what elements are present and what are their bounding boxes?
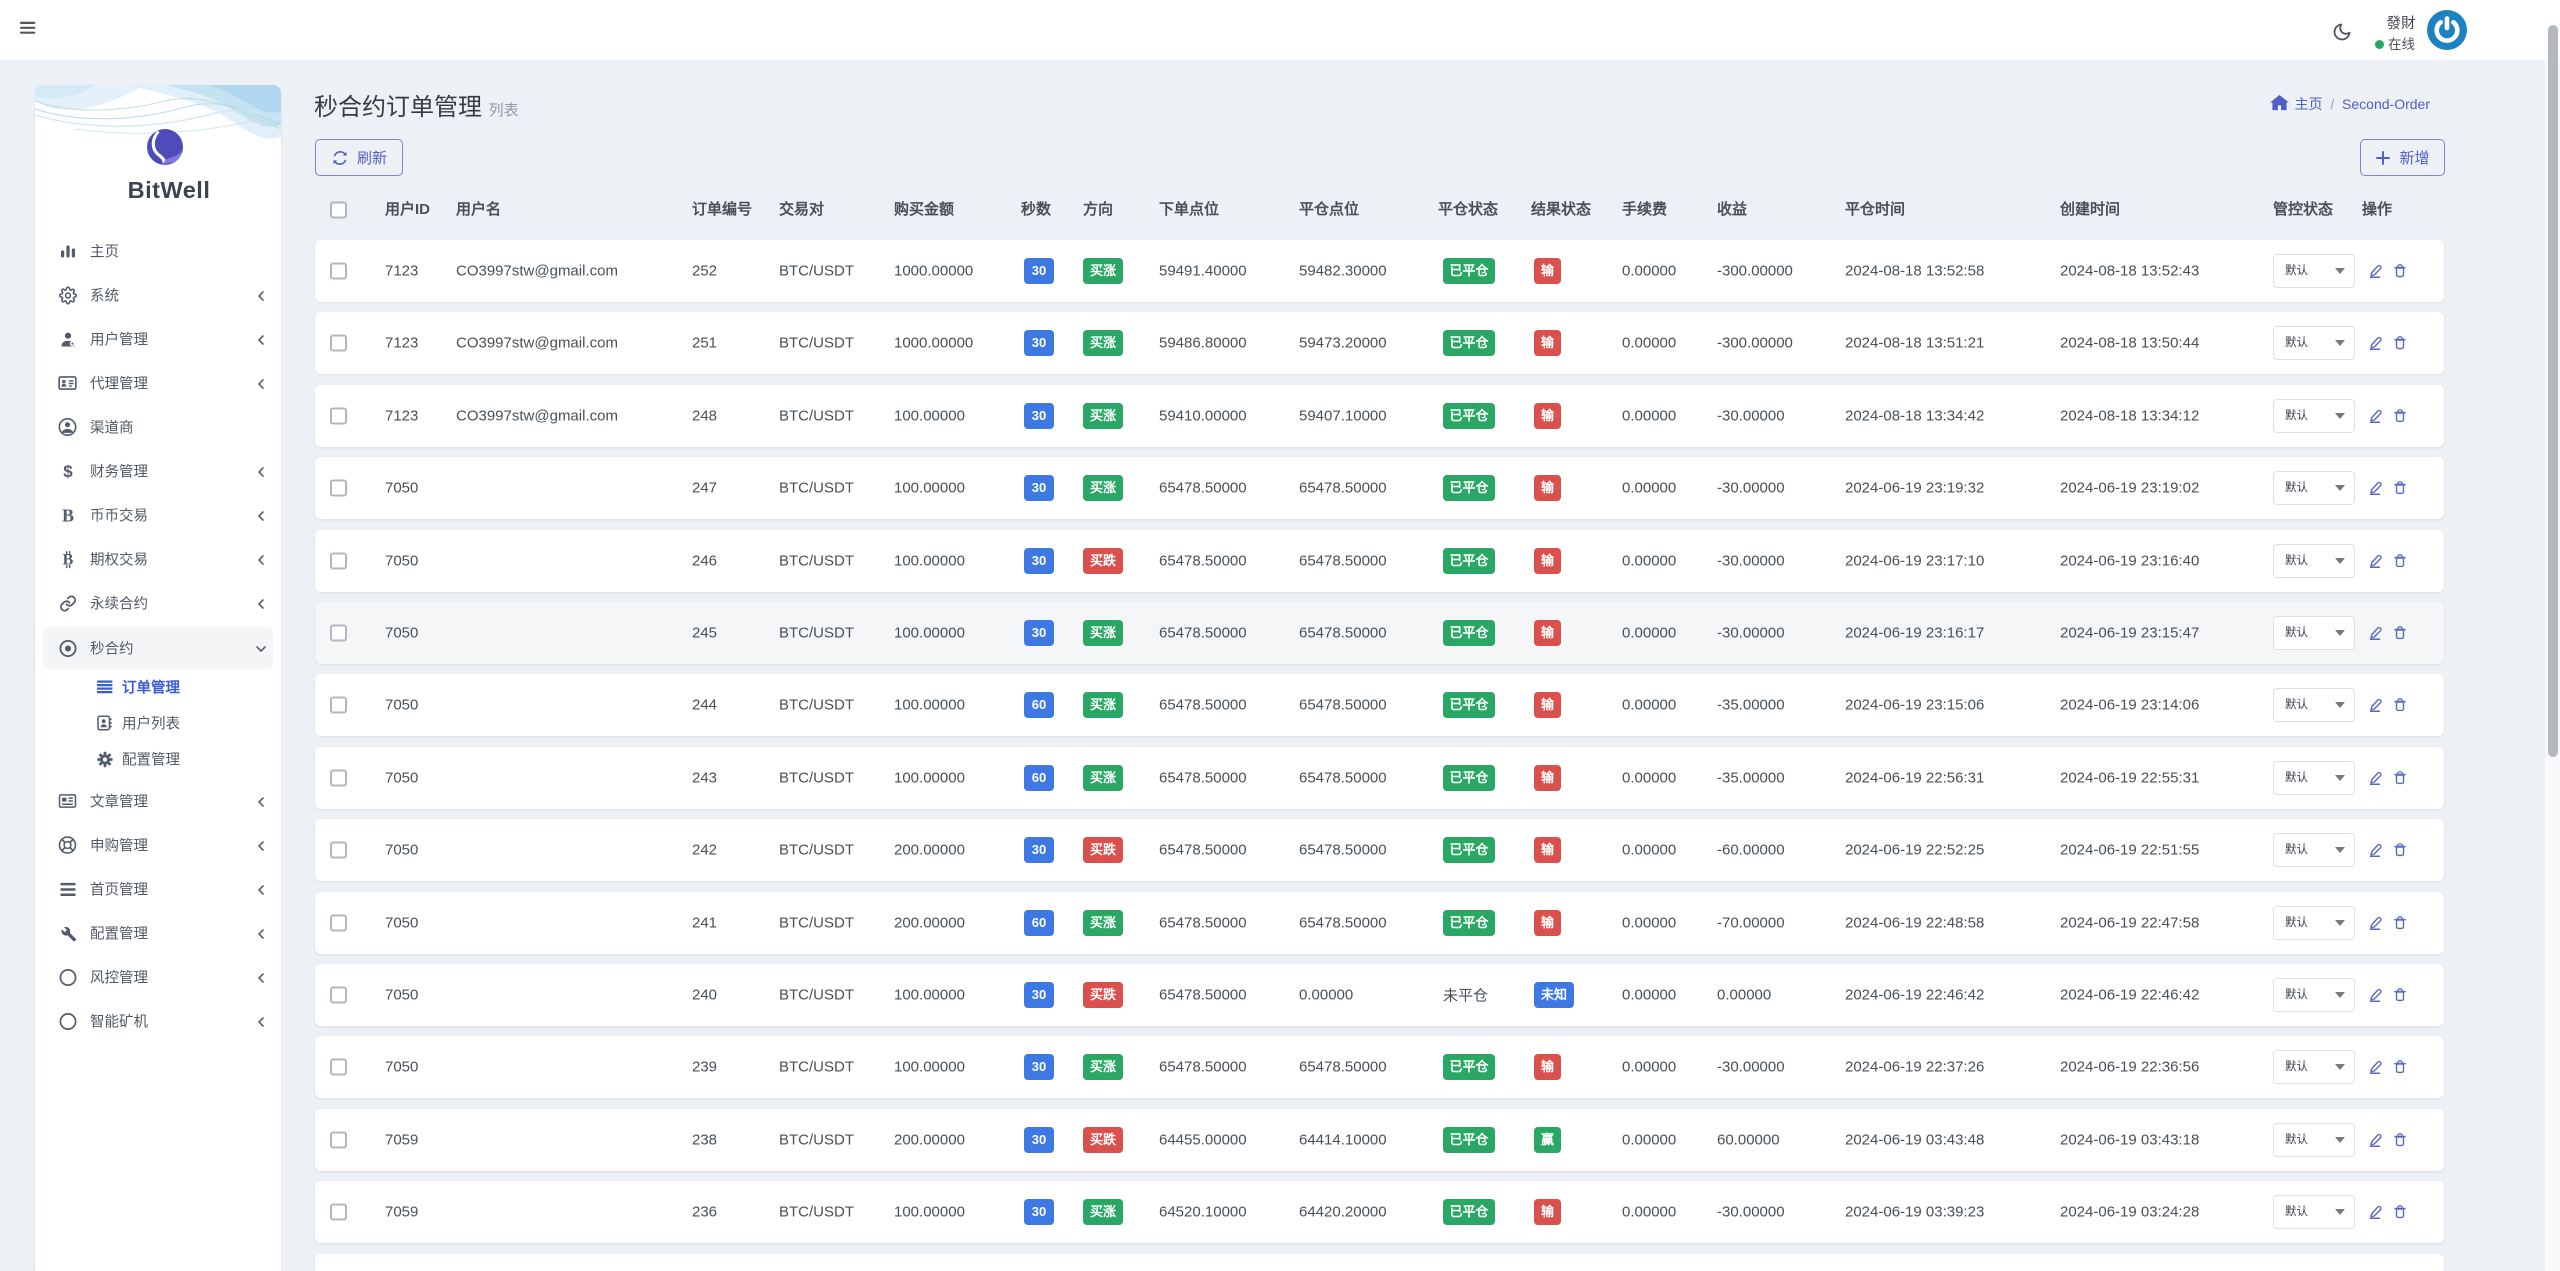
svg-text:B: B <box>62 551 73 568</box>
svg-text:B: B <box>61 506 73 524</box>
svg-text:$: $ <box>63 462 73 480</box>
